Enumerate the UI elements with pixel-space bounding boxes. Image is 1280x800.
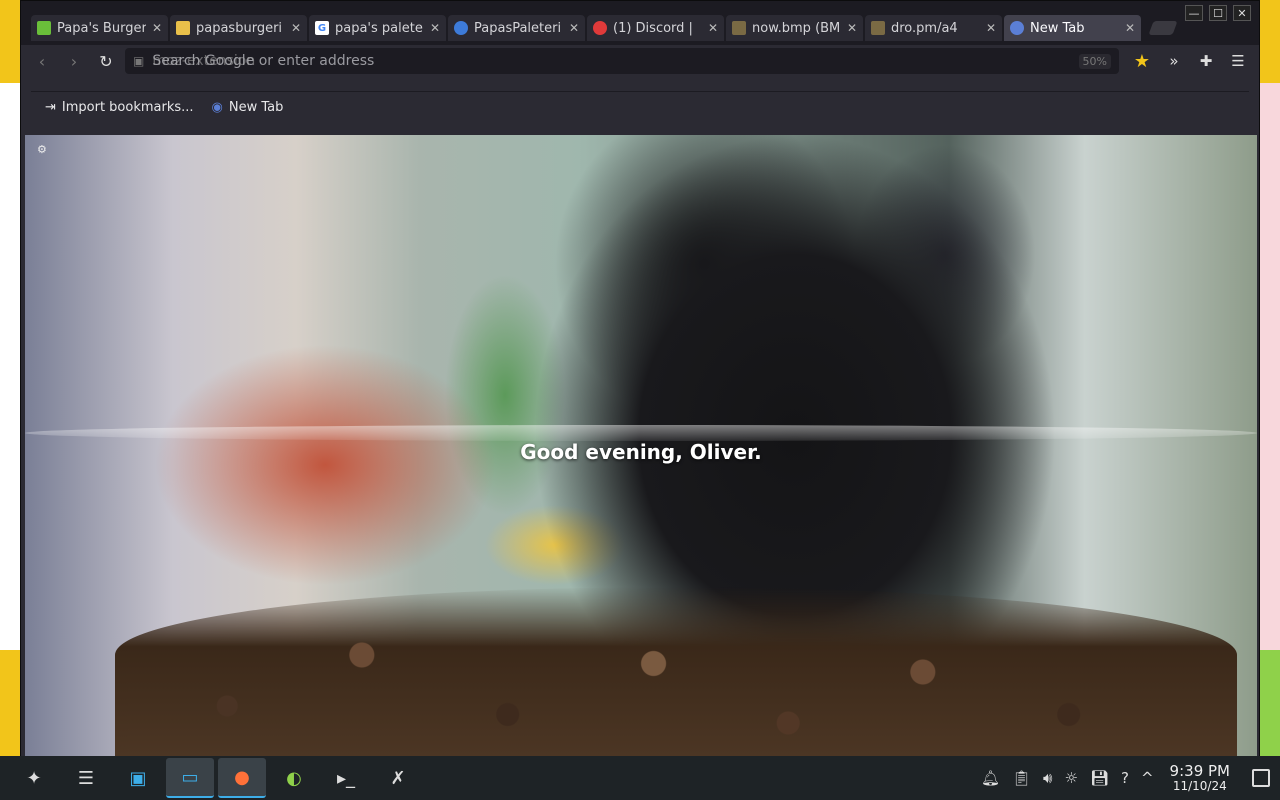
close-window-button[interactable]: ✕ xyxy=(1233,5,1251,21)
bookmark-new-tab[interactable]: ◉ New Tab xyxy=(212,100,284,115)
forward-button[interactable]: › xyxy=(61,48,87,74)
tab-papasburgeria[interactable]: papasburgeri ✕ xyxy=(170,15,307,41)
burger-favicon-icon xyxy=(37,21,51,35)
google-favicon-icon: G xyxy=(315,21,329,35)
desktop-wallpaper-right xyxy=(1258,0,1280,756)
tab-title: papa's palete xyxy=(335,20,423,36)
close-icon[interactable]: ✕ xyxy=(986,21,996,35)
bookmark-import[interactable]: ⇥ Import bookmarks... xyxy=(45,100,194,115)
import-icon: ⇥ xyxy=(45,100,56,115)
discord-favicon-icon xyxy=(593,21,607,35)
window-controls: — ☐ ✕ xyxy=(1185,5,1251,21)
bowl-rim xyxy=(25,425,1257,441)
image-favicon-icon xyxy=(871,21,885,35)
close-icon[interactable]: ✕ xyxy=(430,21,440,35)
zoom-indicator[interactable]: 50% xyxy=(1078,53,1111,69)
show-desktop-button[interactable] xyxy=(1252,769,1270,787)
firefox-icon[interactable]: ● xyxy=(218,758,266,798)
system-tray: 🔔︎ 📋︎ 🔊︎ ☼ 💾︎ ? ^ 9:39 PM 11/10/24 xyxy=(981,763,1270,793)
site-favicon-icon xyxy=(454,21,468,35)
address-input[interactable]: Search Google or enter address moz-exten… xyxy=(152,53,1070,69)
extensions-button[interactable]: ✚ xyxy=(1193,48,1219,74)
tab-title: dro.pm/a4 xyxy=(891,20,958,36)
terminal-icon[interactable]: ▸_ xyxy=(322,758,370,798)
close-icon[interactable]: ✕ xyxy=(847,21,857,35)
star-icon: ★ xyxy=(1133,50,1151,72)
puzzle-icon: ✚ xyxy=(1199,52,1213,70)
tab-title: now.bmp (BMI xyxy=(752,20,841,36)
newtab-icon: ◉ xyxy=(211,100,223,115)
settings-gear-icon[interactable]: ⚙ xyxy=(37,143,47,156)
tab-title: Papa's Burger xyxy=(57,20,146,36)
notification-bell-icon[interactable]: 🔔︎ xyxy=(981,769,1000,787)
overflow-chevron-button[interactable]: » xyxy=(1161,48,1187,74)
extension-icon: ▣ xyxy=(133,54,145,68)
clock-time: 9:39 PM xyxy=(1169,762,1230,781)
tab-discord[interactable]: (1) Discord | ✕ xyxy=(587,15,724,41)
new-tab-button[interactable] xyxy=(1148,21,1178,35)
clipboard-icon[interactable]: 📋︎ xyxy=(1012,769,1031,787)
address-ghost-text: moz-extension xyxy=(152,53,256,69)
game-icon[interactable]: ◐ xyxy=(270,758,318,798)
tab-title: (1) Discord | xyxy=(613,20,693,36)
new-tab-page: ⚙ Good evening, Oliver. xyxy=(25,135,1257,757)
close-icon[interactable]: ✕ xyxy=(152,21,162,35)
tab-title: New Tab xyxy=(1030,20,1085,36)
help-icon[interactable]: ? xyxy=(1121,769,1129,787)
firefox-newtab-favicon-icon xyxy=(1010,21,1024,35)
minimize-button[interactable]: — xyxy=(1185,5,1203,21)
tray-expand-chevron-icon[interactable]: ^ xyxy=(1141,769,1154,787)
desktop-wallpaper-left xyxy=(0,0,22,756)
maximize-button[interactable]: ☐ xyxy=(1209,5,1227,21)
browser-window: Papa's Burger ✕ papasburgeri ✕ G papa's … xyxy=(20,0,1260,758)
brightness-icon[interactable]: ☼ xyxy=(1065,769,1078,787)
tab-google-search[interactable]: G papa's palete ✕ xyxy=(309,15,446,41)
bookmark-star-button[interactable]: ★ xyxy=(1129,48,1155,74)
clock-date: 11/10/24 xyxy=(1172,778,1227,793)
close-icon[interactable]: ✕ xyxy=(291,21,301,35)
launcher-icon[interactable]: ✦ xyxy=(10,758,58,798)
tab-title: papasburgeri xyxy=(196,20,283,36)
tab-papaspaleteria[interactable]: PapasPaleteri ✕ xyxy=(448,15,585,41)
bookmarks-toolbar: ⇥ Import bookmarks... ◉ New Tab xyxy=(31,91,1249,123)
clock[interactable]: 9:39 PM 11/10/24 xyxy=(1170,763,1230,793)
tab-new-tab[interactable]: New Tab ✕ xyxy=(1004,15,1141,41)
cat-food-kibble xyxy=(115,587,1237,757)
settings-icon[interactable]: ☰ xyxy=(62,758,110,798)
close-icon[interactable]: ✕ xyxy=(708,21,718,35)
tab-papas-burger[interactable]: Papa's Burger ✕ xyxy=(31,15,168,41)
tab-now-bmp[interactable]: now.bmp (BMI ✕ xyxy=(726,15,863,41)
close-icon[interactable]: ✕ xyxy=(569,21,579,35)
wiki-favicon-icon xyxy=(176,21,190,35)
tab-dro-pm[interactable]: dro.pm/a4 ✕ xyxy=(865,15,1002,41)
hamburger-icon: ☰ xyxy=(1231,52,1245,70)
reload-button[interactable]: ↻ xyxy=(93,48,119,74)
taskbar: ✦ ☰ ▣ ▭ ● ◐ ▸_ ✗ 🔔︎ 📋︎ 🔊︎ ☼ 💾︎ ? ^ 9:39 … xyxy=(0,756,1280,800)
image-favicon-icon xyxy=(732,21,746,35)
tab-title: PapasPaleteri xyxy=(474,20,562,36)
address-bar[interactable]: ▣ Search Google or enter address moz-ext… xyxy=(125,48,1119,74)
navigation-toolbar: ‹ › ↻ ▣ Search Google or enter address m… xyxy=(21,45,1259,77)
greeting-text: Good evening, Oliver. xyxy=(520,440,762,464)
back-button[interactable]: ‹ xyxy=(29,48,55,74)
close-icon[interactable]: ✕ xyxy=(1125,21,1135,35)
volume-icon[interactable]: 🔊︎ xyxy=(1043,769,1052,787)
bookmark-label: Import bookmarks... xyxy=(61,100,194,115)
store-icon[interactable]: ▣ xyxy=(114,758,162,798)
storage-icon[interactable]: 💾︎ xyxy=(1090,769,1109,787)
tab-strip: Papa's Burger ✕ papasburgeri ✕ G papa's … xyxy=(21,1,1259,45)
x-icon[interactable]: ✗ xyxy=(374,758,422,798)
bookmark-label: New Tab xyxy=(228,100,284,115)
folder-icon[interactable]: ▭ xyxy=(166,758,214,798)
menu-button[interactable]: ☰ xyxy=(1225,48,1251,74)
